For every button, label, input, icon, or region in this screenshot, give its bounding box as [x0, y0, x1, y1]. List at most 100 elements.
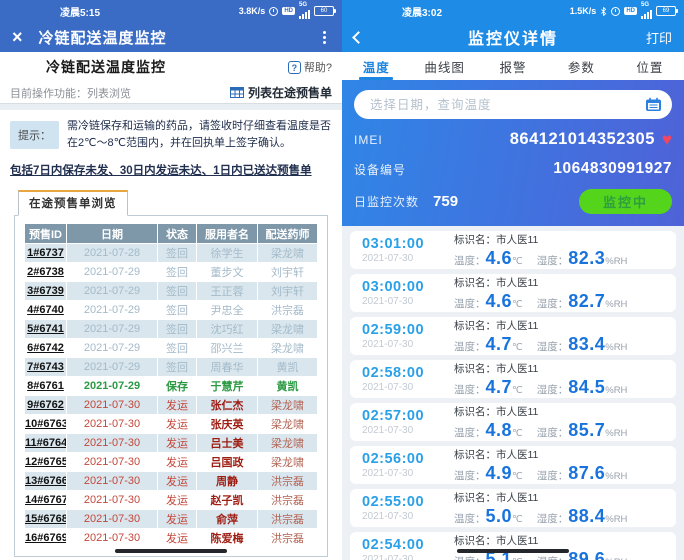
hum-unit: %RH [605, 514, 627, 525]
order-id-link[interactable]: 2#6738 [25, 263, 67, 282]
temp-label: 温度： [454, 425, 486, 440]
order-id-link[interactable]: 10#6763 [25, 415, 67, 434]
table-icon [230, 87, 244, 98]
order-id-link[interactable]: 8#6761 [25, 377, 67, 396]
reading-card[interactable]: 02:56:002021-07-30 标识名：市人医11 温度：4.9℃ 湿度：… [350, 446, 676, 484]
reading-date: 2021-07-30 [362, 339, 450, 350]
order-id-link[interactable]: 11#6764 [25, 434, 67, 453]
hum-value: 88.4 [568, 506, 605, 527]
monitoring-status-button[interactable]: 监控中 [579, 189, 672, 214]
reading-card[interactable]: 02:55:002021-07-30 标识名：市人医11 温度：5.0℃ 湿度：… [350, 489, 676, 527]
order-date: 2021-07-30 [67, 396, 158, 415]
hint-box: 提示： 需冷链保存和运输的药品，请签收时仔细查看温度是否在2℃～8℃范围内，并在… [0, 110, 342, 158]
tag-label: 标识名： [454, 535, 496, 547]
temp-value: 4.7 [486, 334, 513, 355]
detail-tabs: 温度 曲线图 报警 参数 位置 [342, 52, 684, 80]
close-icon[interactable]: × [12, 28, 23, 46]
reading-date: 2021-07-30 [362, 511, 450, 522]
reading-time: 02:58:00 [362, 365, 450, 381]
tag-label: 标识名： [454, 320, 496, 332]
patient-name: 周静 [197, 472, 258, 491]
reading-card[interactable]: 02:54:002021-07-30 标识名：市人医11 温度：5.1℃ 湿度：… [350, 532, 676, 560]
hint-text: 需冷链保存和运输的药品，请签收时仔细查看温度是否在2℃～8℃范围内，并在回执单上… [67, 118, 332, 152]
temp-label: 温度： [454, 554, 486, 560]
users-icon [10, 56, 40, 78]
reading-card[interactable]: 03:01:002021-07-30 标识名：市人医11 温度：4.6℃ 湿度：… [350, 231, 676, 269]
col-header-status: 状态 [158, 224, 197, 244]
pharmacist-name: 梁龙啸 [258, 415, 318, 434]
help-link[interactable]: ? 帮助? [288, 59, 332, 75]
patient-name: 徐学生 [197, 244, 258, 263]
tab-temperature[interactable]: 温度 [342, 52, 410, 80]
reading-time: 02:54:00 [362, 537, 450, 553]
order-id-link[interactable]: 16#6769 [25, 529, 67, 548]
pharmacist-name: 梁龙啸 [258, 320, 318, 339]
tab-curve[interactable]: 曲线图 [410, 52, 478, 80]
order-date: 2021-07-29 [67, 301, 158, 320]
order-id-link[interactable]: 3#6739 [25, 282, 67, 301]
order-id-link[interactable]: 6#6742 [25, 339, 67, 358]
reading-card[interactable]: 02:58:002021-07-30 标识名：市人医11 温度：4.7℃ 湿度：… [350, 360, 676, 398]
right-status-bar: 凌晨3:02 1.5K/s HD 5G 69 [342, 0, 684, 22]
reading-card[interactable]: 03:00:002021-07-30 标识名：市人医11 温度：4.6℃ 湿度：… [350, 274, 676, 312]
tab-alarm[interactable]: 报警 [479, 52, 547, 80]
help-label: 帮助? [304, 59, 332, 75]
back-icon[interactable] [352, 31, 365, 44]
order-status: 发运 [158, 472, 197, 491]
pharmacist-name: 刘宇轩 [258, 282, 318, 301]
date-search-box[interactable] [354, 90, 672, 119]
tag-value: 市人医11 [496, 363, 538, 375]
order-id-link[interactable]: 1#6737 [25, 244, 67, 263]
order-id-link[interactable]: 12#6765 [25, 453, 67, 472]
home-indicator[interactable] [115, 549, 227, 553]
order-date: 2021-07-29 [67, 282, 158, 301]
heart-icon[interactable]: ♥ [662, 131, 672, 148]
reading-card[interactable]: 02:57:002021-07-30 标识名：市人医11 温度：4.8℃ 湿度：… [350, 403, 676, 441]
order-id-link[interactable]: 13#6766 [25, 472, 67, 491]
temp-unit: ℃ [512, 299, 523, 310]
table-row: 9#67622021-07-30发运张仁杰梁龙啸 [25, 396, 318, 415]
temp-label: 温度： [454, 253, 486, 268]
print-button[interactable]: 打印 [646, 28, 672, 47]
table-row: 15#67682021-07-30发运俞萍洪宗磊 [25, 510, 318, 529]
order-id-link[interactable]: 15#6768 [25, 510, 67, 529]
order-id-link[interactable]: 5#6741 [25, 320, 67, 339]
date-search-input[interactable] [370, 98, 645, 112]
reading-date: 2021-07-30 [362, 554, 450, 560]
patient-name: 张仁杰 [197, 396, 258, 415]
tab-presale-browse[interactable]: 在途预售单浏览 [18, 190, 128, 216]
order-date: 2021-07-28 [67, 244, 158, 263]
col-header-id: 预售ID [25, 224, 67, 244]
pharmacist-name: 洪宗磊 [258, 472, 318, 491]
tag-label: 标识名： [454, 492, 496, 504]
reading-card[interactable]: 02:59:002021-07-30 标识名：市人医11 温度：4.7℃ 湿度：… [350, 317, 676, 355]
temp-label: 温度： [454, 296, 486, 311]
alarm-icon [611, 7, 620, 16]
home-indicator[interactable] [457, 549, 569, 553]
hum-value: 84.5 [568, 377, 605, 398]
order-id-link[interactable]: 4#6740 [25, 301, 67, 320]
order-id-link[interactable]: 9#6762 [25, 396, 67, 415]
menu-dots-icon[interactable] [319, 27, 330, 48]
patient-name: 沈巧红 [197, 320, 258, 339]
patient-name: 周春华 [197, 358, 258, 377]
tag-value: 市人医11 [496, 535, 538, 547]
order-id-link[interactable]: 14#6767 [25, 491, 67, 510]
list-presale-link[interactable]: 列表在途预售单 [230, 84, 332, 101]
temp-unit: ℃ [512, 514, 523, 525]
tab-location[interactable]: 位置 [616, 52, 684, 80]
patient-name: 尹忠全 [197, 301, 258, 320]
hum-label: 湿度： [537, 425, 569, 440]
order-date: 2021-07-29 [67, 339, 158, 358]
table-row: 7#67432021-07-29签回周春华黄凯 [25, 358, 318, 377]
temp-unit: ℃ [512, 557, 523, 560]
tab-params[interactable]: 参数 [547, 52, 615, 80]
right-nav-title: 监控仪详情 [342, 25, 684, 49]
temp-value: 4.8 [486, 420, 513, 441]
order-status: 发运 [158, 510, 197, 529]
calendar-icon[interactable] [645, 97, 662, 112]
order-id-link[interactable]: 7#6743 [25, 358, 67, 377]
pharmacist-name: 刘宇轩 [258, 263, 318, 282]
order-status: 签回 [158, 244, 197, 263]
order-date: 2021-07-29 [67, 320, 158, 339]
